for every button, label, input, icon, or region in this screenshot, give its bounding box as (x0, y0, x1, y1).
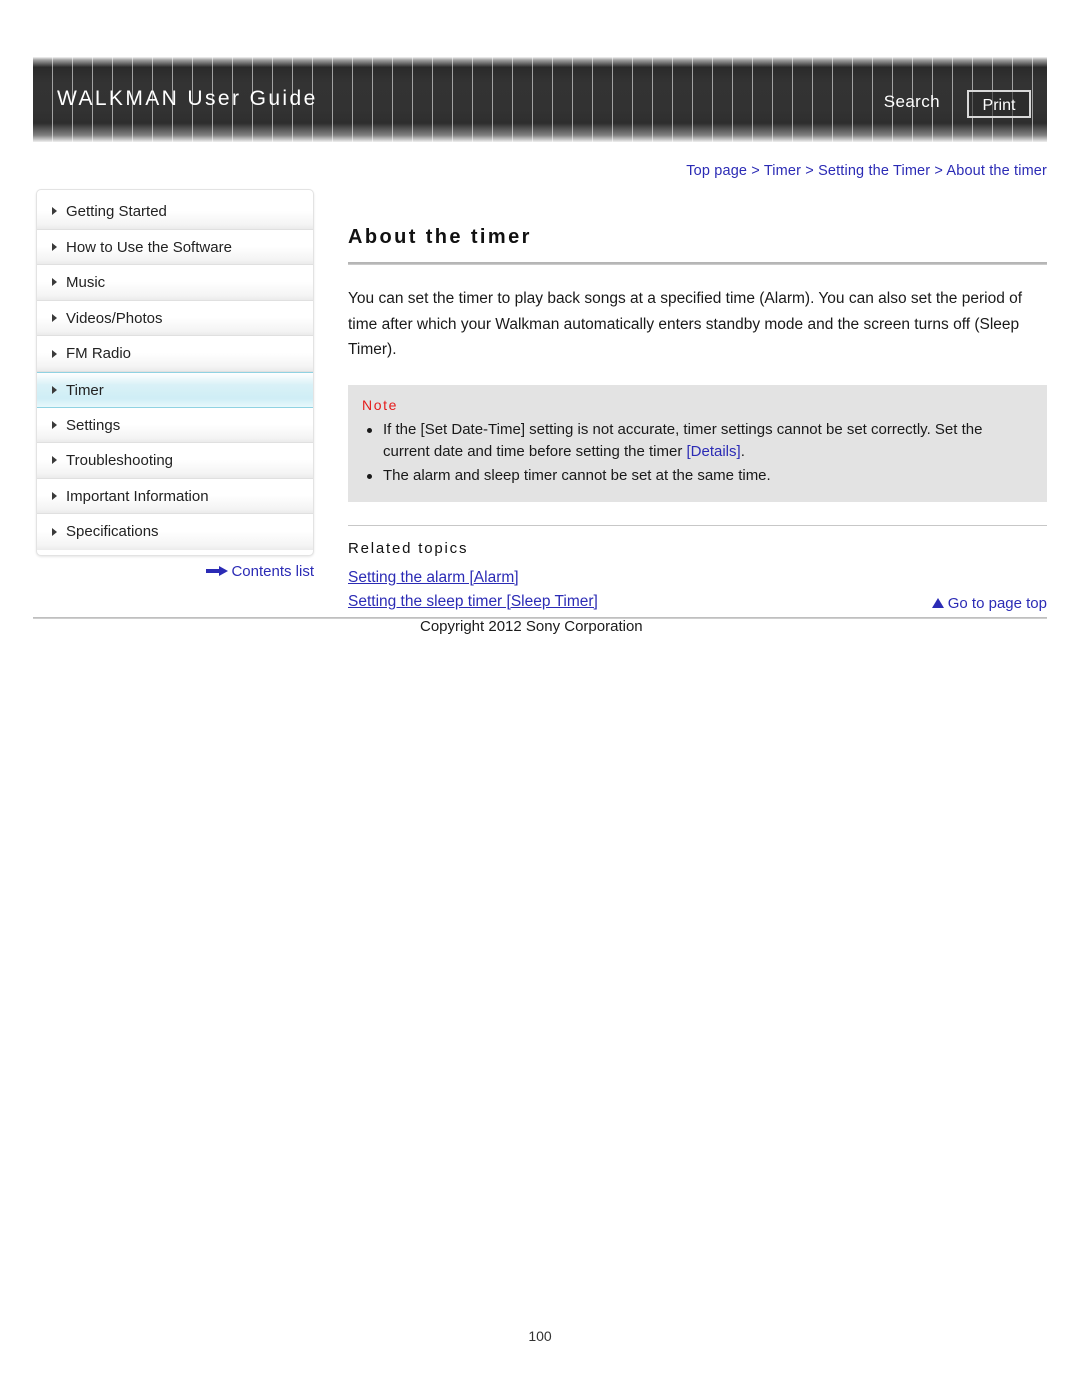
sidebar-item-specifications[interactable]: Specifications (37, 514, 313, 550)
sidebar-item-fm-radio[interactable]: FM Radio (37, 336, 313, 372)
sidebar-item-label: Getting Started (66, 203, 167, 220)
related-topics-divider (348, 525, 1047, 526)
sidebar-nav: Getting Started How to Use the Software … (36, 189, 314, 556)
note-text: The alarm and sleep timer cannot be set … (383, 466, 771, 484)
sidebar-item-getting-started[interactable]: Getting Started (37, 194, 313, 230)
note-label: Note (362, 396, 398, 413)
sidebar-item-label: How to Use the Software (66, 238, 232, 256)
brand-title: WALKMAN User Guide (57, 87, 318, 110)
related-link-alarm[interactable]: Setting the alarm [Alarm] (348, 566, 1047, 590)
title-divider (348, 262, 1047, 265)
triangle-right-icon (52, 278, 57, 287)
triangle-right-icon (52, 207, 57, 216)
main-content: About the timer You can set the timer to… (348, 226, 1047, 614)
header-inner: WALKMAN User Guide Search Print (33, 57, 1047, 142)
triangle-right-icon (52, 242, 57, 251)
details-link[interactable]: [Details] (687, 443, 741, 460)
note-list-item: If the [Set Date-Time] setting is not ac… (362, 419, 1031, 464)
page-title: About the timer (348, 226, 532, 248)
sidebar-item-label: Specifications (66, 523, 159, 541)
sidebar-item-label: Music (66, 274, 106, 292)
go-to-page-top-link[interactable]: Go to page top (931, 595, 1047, 612)
note-text-tail: . (740, 443, 745, 460)
sidebar-item-label: Videos/Photos (66, 309, 163, 327)
sidebar-item-label: Important Information (66, 487, 209, 505)
site-header: WALKMAN User Guide Search Print (33, 57, 1047, 142)
contents-list-label: Contents list (231, 563, 314, 580)
triangle-right-icon (52, 528, 57, 537)
triangle-up-icon (931, 597, 944, 608)
page-number: 100 (528, 1328, 552, 1344)
search-link[interactable]: Search (884, 92, 940, 112)
breadcrumb[interactable]: Top page > Timer > Setting the Timer > A… (686, 163, 1047, 179)
triangle-right-icon (52, 385, 57, 394)
sidebar-item-important-information[interactable]: Important Information (37, 478, 313, 515)
triangle-right-icon (52, 492, 57, 501)
arrow-right-icon (206, 566, 229, 577)
sidebar-item-label: Troubleshooting (66, 452, 174, 470)
print-button[interactable]: Print (967, 90, 1031, 118)
note-list-item: The alarm and sleep timer cannot be set … (362, 465, 1031, 488)
triangle-right-icon (52, 420, 57, 429)
copyright-text: Copyright 2012 Sony Corporation (420, 618, 643, 635)
note-text: If the [Set Date-Time] setting is not ac… (383, 420, 983, 461)
go-to-page-top-label: Go to page top (947, 595, 1047, 612)
sidebar-item-how-to-use-the-software[interactable]: How to Use the Software (37, 229, 313, 266)
intro-paragraph: You can set the timer to play back songs… (348, 290, 1023, 358)
sidebar-item-timer[interactable]: Timer (37, 371, 313, 408)
note-box: Note If the [Set Date-Time] setting is n… (348, 384, 1047, 502)
triangle-right-icon (52, 349, 57, 358)
triangle-right-icon (52, 456, 57, 465)
sidebar-item-music[interactable]: Music (37, 265, 313, 301)
contents-list-link[interactable]: Contents list (36, 563, 314, 580)
sidebar-item-settings[interactable]: Settings (37, 407, 313, 444)
sidebar-item-label: Settings (66, 416, 121, 434)
sidebar-item-troubleshooting[interactable]: Troubleshooting (37, 443, 313, 479)
note-list: If the [Set Date-Time] setting is not ac… (362, 419, 1031, 488)
related-topics-heading: Related topics (348, 540, 469, 557)
sidebar-item-label: FM Radio (66, 345, 132, 363)
sidebar-item-label: Timer (66, 381, 104, 399)
sidebar-item-videos-photos[interactable]: Videos/Photos (37, 300, 313, 337)
triangle-right-icon (52, 314, 57, 323)
